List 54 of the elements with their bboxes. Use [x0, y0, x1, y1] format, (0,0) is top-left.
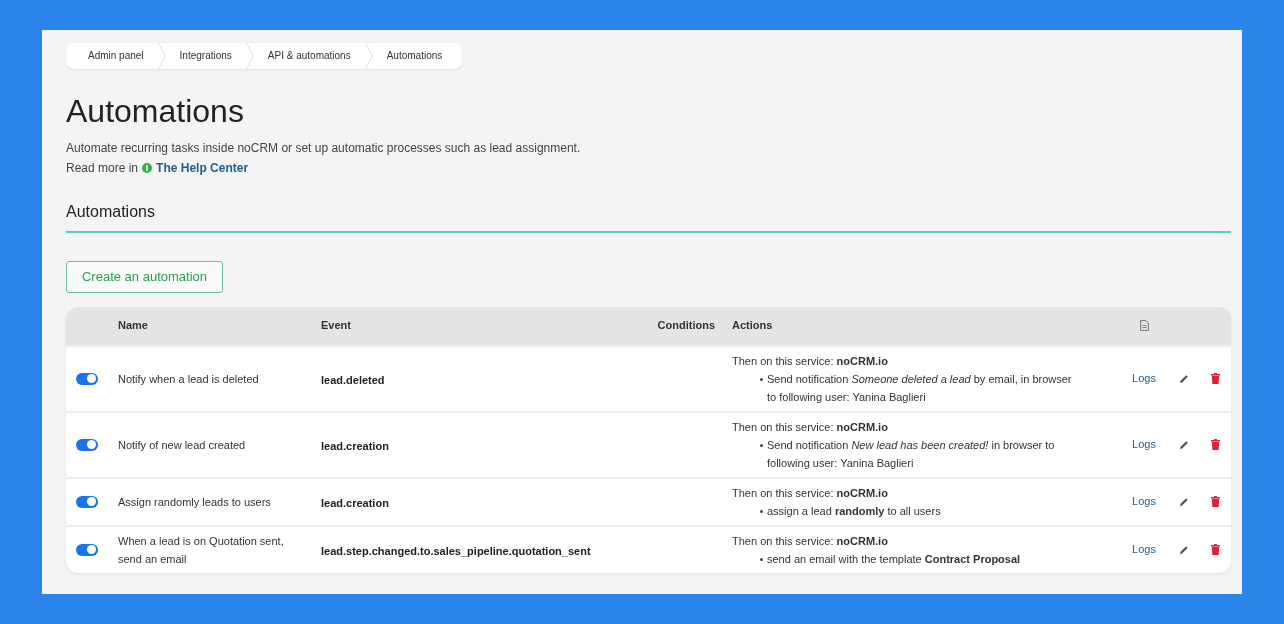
bullet-icon [760, 443, 763, 447]
breadcrumb-separator-icon [364, 42, 373, 69]
breadcrumb-separator-icon [245, 42, 254, 69]
toggle-switch[interactable] [76, 372, 98, 385]
event-name: lead.creation [321, 439, 389, 452]
document-icon [1139, 320, 1149, 331]
column-header: Actions [731, 318, 774, 334]
logs-link[interactable]: Logs [1132, 370, 1156, 387]
logs-link[interactable]: Logs [1132, 436, 1156, 453]
breadcrumb-link[interactable]: Automations [372, 48, 463, 63]
action-service-text: Then on this service: noCRM.io [732, 353, 889, 369]
help-center-link[interactable]: The Help Center [156, 157, 249, 178]
column-header: Event [321, 318, 352, 334]
action-service-text: Then on this service: noCRM.io [732, 419, 889, 435]
action-text: Send notification New lead has been created! in browser to following user: Yanina Baglieri [767, 437, 1056, 471]
column-header: Conditions [656, 318, 716, 334]
automation-name: Notify when a lead is deleted [118, 371, 260, 387]
toggle-switch[interactable] [76, 543, 98, 556]
pencil-icon[interactable] [1179, 439, 1189, 450]
breadcrumb-link[interactable]: API & automations [253, 48, 365, 63]
breadcrumb-link[interactable]: Admin panel [66, 48, 158, 63]
trash-icon[interactable] [1211, 544, 1220, 555]
action-text: assign a lead randomly to all users [767, 503, 942, 519]
toggle-switch[interactable] [76, 495, 98, 508]
action-service-text: Then on this service: noCRM.io [732, 533, 889, 549]
breadcrumb-link[interactable]: Integrations [165, 48, 246, 63]
automation-name: Assign randomly leads to users [118, 494, 272, 510]
read-more-text: Read more in [66, 159, 139, 177]
logs-link[interactable]: Logs [1132, 493, 1156, 510]
action-service-text: Then on this service: noCRM.io [732, 485, 889, 501]
column-header: Name [118, 318, 149, 334]
action-text: send an email with the template Contract Proposal [767, 551, 1022, 567]
page-description: Automate recurring tasks inside noCRM or set up automatic processes such as lead assignment. [66, 139, 582, 157]
automation-name: Notify of new lead created [118, 437, 247, 453]
bullet-icon [760, 377, 763, 381]
logs-link[interactable]: Logs [1132, 541, 1156, 558]
trash-icon[interactable] [1211, 496, 1220, 507]
page-title: Automations [66, 91, 245, 130]
section-title: Automations [66, 201, 156, 222]
info-icon [142, 162, 153, 173]
trash-icon[interactable] [1211, 439, 1220, 450]
breadcrumb-separator-icon [157, 42, 166, 69]
action-text: Send notification Someone deleted a lead by email, in browser to following user: Yanina Baglieri [767, 371, 1073, 405]
event-name: lead.creation [321, 496, 389, 509]
toggle-switch[interactable] [76, 438, 98, 451]
event-name: lead.deleted [321, 373, 385, 386]
trash-icon[interactable] [1211, 373, 1220, 384]
automation-name: When a lead is on Quotation sent, send an email [118, 533, 285, 567]
bullet-icon [760, 509, 763, 513]
pencil-icon[interactable] [1179, 496, 1189, 507]
pencil-icon[interactable] [1179, 373, 1189, 384]
pencil-icon[interactable] [1179, 544, 1189, 555]
event-name: lead.step.changed.to.sales_pipeline.quotation_sent [321, 544, 591, 557]
bullet-icon [760, 557, 763, 561]
